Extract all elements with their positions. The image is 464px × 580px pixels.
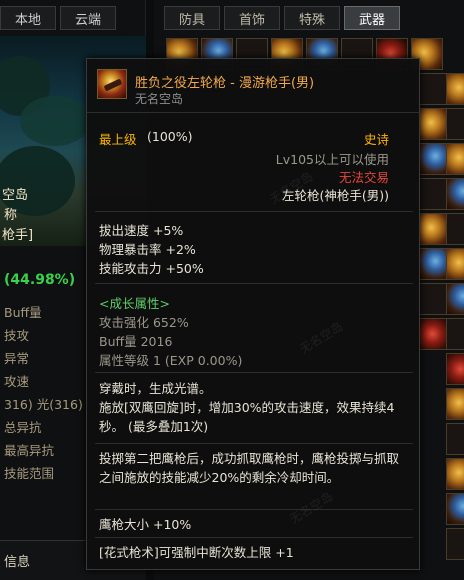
tab-armor[interactable]: 防具 bbox=[164, 6, 220, 30]
weapon-type: 左轮枪(神枪手(男)) bbox=[281, 188, 389, 203]
divider bbox=[95, 372, 413, 373]
inventory-tabs: 防具 首饰 特殊 武器 bbox=[164, 6, 400, 32]
tab-special[interactable]: 特殊 bbox=[284, 6, 340, 30]
scene-text-2: 称 bbox=[4, 208, 18, 223]
effect-text: 穿戴时，生成光谱。 bbox=[99, 381, 212, 396]
divider bbox=[95, 283, 413, 284]
effect-text: [花式枪术]可强制中断次数上限 +1 bbox=[99, 545, 294, 560]
tab-accessory[interactable]: 首饰 bbox=[224, 6, 280, 30]
growth-line: 属性等级 1 (EXP 0.00%) bbox=[99, 353, 243, 368]
tab-local[interactable]: 本地 bbox=[0, 6, 56, 30]
tab-weapon[interactable]: 武器 bbox=[344, 6, 400, 30]
item-tooltip: 胜负之役左轮枪 - 漫游枪手(男) 无名空岛 最上级 (100%) 史诗 Lv1… bbox=[86, 58, 421, 570]
item-subtitle: 无名空岛 bbox=[135, 92, 184, 106]
effect-text: 投掷第二把鹰枪后，成功抓取鹰枪时，鹰枪投掷与抓取之间施放的技能减少20%的剩余冷… bbox=[99, 451, 400, 485]
stat-line: 拔出速度 +5% bbox=[99, 223, 184, 238]
item-name: 胜负之役左轮枪 - 漫游枪手(男) bbox=[135, 76, 315, 91]
trade-status: 无法交易 bbox=[338, 170, 389, 185]
tooltip-header: 胜负之役左轮枪 - 漫游枪手(男) 无名空岛 bbox=[87, 59, 421, 113]
inventory-slot[interactable] bbox=[446, 423, 464, 455]
divider bbox=[95, 211, 413, 212]
inventory-slot[interactable] bbox=[446, 108, 464, 140]
scene-text-3: 枪手] bbox=[2, 228, 34, 243]
effect-text: 施放[双鹰回旋]时，增加30%的攻击速度，效果持续4秒。 (最多叠加1次) bbox=[99, 400, 395, 434]
divider bbox=[95, 443, 413, 444]
effect-text: 鹰枪大小 +10% bbox=[99, 517, 192, 532]
progress-percent: (44.98%) bbox=[4, 272, 76, 288]
inventory-slot[interactable] bbox=[446, 143, 464, 175]
inventory-slot[interactable] bbox=[446, 353, 464, 385]
divider bbox=[95, 537, 413, 538]
grade-percent: (100%) bbox=[147, 129, 193, 144]
inventory-slot[interactable] bbox=[446, 388, 464, 420]
inventory-slot[interactable] bbox=[446, 528, 464, 560]
growth-header: <成长属性> bbox=[99, 296, 170, 311]
storage-tabs: 本地 云端 bbox=[0, 6, 146, 32]
tab-cloud[interactable]: 云端 bbox=[60, 6, 116, 30]
inventory-slot[interactable] bbox=[446, 248, 464, 280]
scene-text-1: 空岛 bbox=[2, 188, 29, 203]
inventory-slot[interactable] bbox=[446, 493, 464, 525]
inventory-slot[interactable] bbox=[446, 73, 464, 105]
inventory-slot[interactable] bbox=[446, 458, 464, 490]
revolver-icon bbox=[97, 69, 127, 99]
inventory-slot[interactable] bbox=[446, 213, 464, 245]
divider bbox=[95, 509, 413, 510]
inventory-slot[interactable] bbox=[446, 283, 464, 315]
grade-label: 最上级 bbox=[99, 132, 137, 147]
rarity-label: 史诗 bbox=[363, 132, 389, 147]
watermark-logo: 无名空岛 bbox=[297, 319, 346, 357]
inventory-slot[interactable] bbox=[446, 318, 464, 350]
level-requirement: Lv105以上可以使用 bbox=[275, 152, 389, 167]
stat-line: 技能攻击力 +50% bbox=[99, 261, 204, 276]
growth-line: Buff量 2016 bbox=[99, 334, 173, 349]
inventory-slot[interactable] bbox=[446, 178, 464, 210]
stat-line: 物理暴击率 +2% bbox=[99, 242, 196, 257]
growth-line: 攻击强化 652% bbox=[99, 315, 189, 330]
